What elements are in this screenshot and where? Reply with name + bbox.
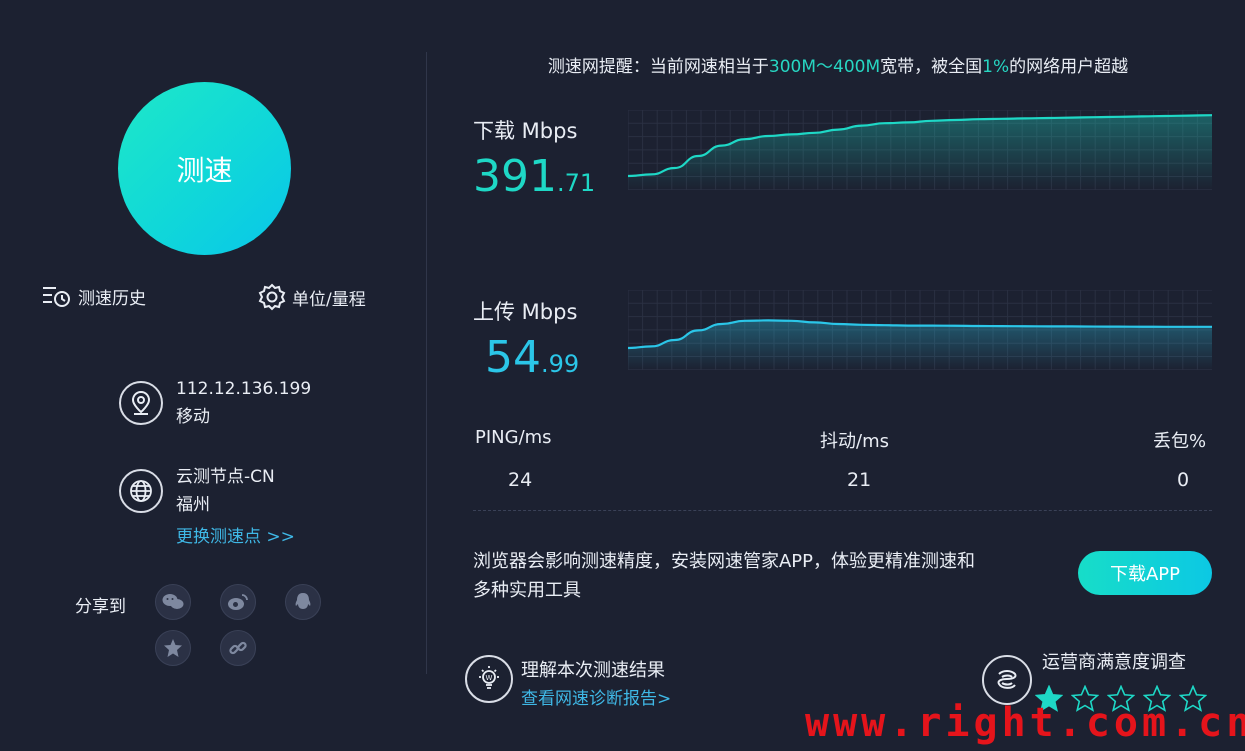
report-link[interactable]: 查看网速诊断报告> bbox=[521, 684, 671, 709]
history-icon bbox=[43, 287, 70, 307]
lightbulb-icon: W bbox=[465, 655, 513, 703]
notice-middle: 宽带，被全国 bbox=[880, 57, 983, 77]
qq-icon[interactable] bbox=[285, 584, 321, 620]
weibo-icon[interactable] bbox=[220, 584, 256, 620]
download-chart bbox=[628, 110, 1212, 190]
promo-line-2: 多种实用工具 bbox=[473, 580, 581, 601]
qzone-icon[interactable] bbox=[155, 630, 191, 666]
speed-notice: 测速网提醒：当前网速相当于300M～400M宽带，被全国1%的网络用户超越 bbox=[440, 52, 1236, 77]
packet-loss-label: 丢包% bbox=[1153, 431, 1207, 452]
download-app-button[interactable]: 下载APP bbox=[1078, 551, 1212, 595]
globe-icon bbox=[119, 469, 163, 513]
notice-prefix: 测速网提醒：当前网速相当于 bbox=[547, 57, 769, 77]
node-name: 云测节点-CN bbox=[176, 467, 275, 487]
promo-line-1: 浏览器会影响测速精度，安装网速管家APP，体验更精准测速和 bbox=[473, 551, 976, 572]
change-node-link[interactable]: 更换测速点 >> bbox=[176, 522, 295, 547]
jitter-label: 抖动/ms bbox=[820, 431, 889, 452]
link-icon[interactable] bbox=[220, 630, 256, 666]
download-label: 下载 Mbps bbox=[473, 119, 578, 143]
notice-suffix: 的网络用户超越 bbox=[1009, 57, 1129, 77]
wechat-icon[interactable] bbox=[155, 584, 191, 620]
upload-speed: 54.99 bbox=[485, 336, 579, 380]
download-speed-dec: .71 bbox=[556, 169, 596, 197]
upload-chart bbox=[628, 290, 1212, 370]
carrier-logo-icon bbox=[982, 655, 1032, 705]
download-speed-int: 391 bbox=[473, 151, 557, 202]
panel-divider bbox=[426, 52, 427, 674]
start-speedtest-button[interactable]: 测速 bbox=[118, 82, 291, 255]
stats-divider bbox=[473, 510, 1212, 511]
survey-title: 运营商满意度调查 bbox=[1042, 652, 1186, 673]
packet-loss-value: 0 bbox=[1177, 469, 1190, 491]
node-city: 福州 bbox=[176, 495, 210, 515]
upload-speed-dec: .99 bbox=[541, 350, 580, 378]
report-title: 理解本次测速结果 bbox=[521, 660, 665, 681]
upload-label: 上传 Mbps bbox=[473, 300, 578, 324]
unit-range-label: 单位/量程 bbox=[292, 289, 366, 310]
location-icon bbox=[119, 381, 163, 425]
app-promo-text: 浏览器会影响测速精度，安装网速管家APP，体验更精准测速和 多种实用工具 bbox=[473, 547, 1053, 605]
gear-icon bbox=[258, 283, 286, 311]
upload-speed-int: 54 bbox=[485, 332, 541, 383]
client-ip: 112.12.136.199 bbox=[176, 379, 312, 399]
jitter-value: 21 bbox=[847, 469, 872, 491]
share-label: 分享到 bbox=[75, 597, 126, 617]
client-isp: 移动 bbox=[176, 407, 210, 427]
unit-range-button[interactable]: 单位/量程 bbox=[258, 283, 366, 311]
download-speed: 391.71 bbox=[473, 155, 595, 199]
notice-percent: 1% bbox=[982, 57, 1010, 77]
upload-curve-area bbox=[628, 320, 1212, 370]
notice-range: 300M～400M bbox=[768, 57, 881, 77]
history-button[interactable]: 测速历史 bbox=[42, 283, 146, 309]
ping-label: PING/ms bbox=[475, 427, 552, 448]
watermark: www.right.com.cn bbox=[805, 700, 1245, 746]
svg-text:W: W bbox=[486, 674, 493, 682]
history-label: 测速历史 bbox=[78, 288, 146, 309]
ping-value: 24 bbox=[508, 469, 533, 491]
